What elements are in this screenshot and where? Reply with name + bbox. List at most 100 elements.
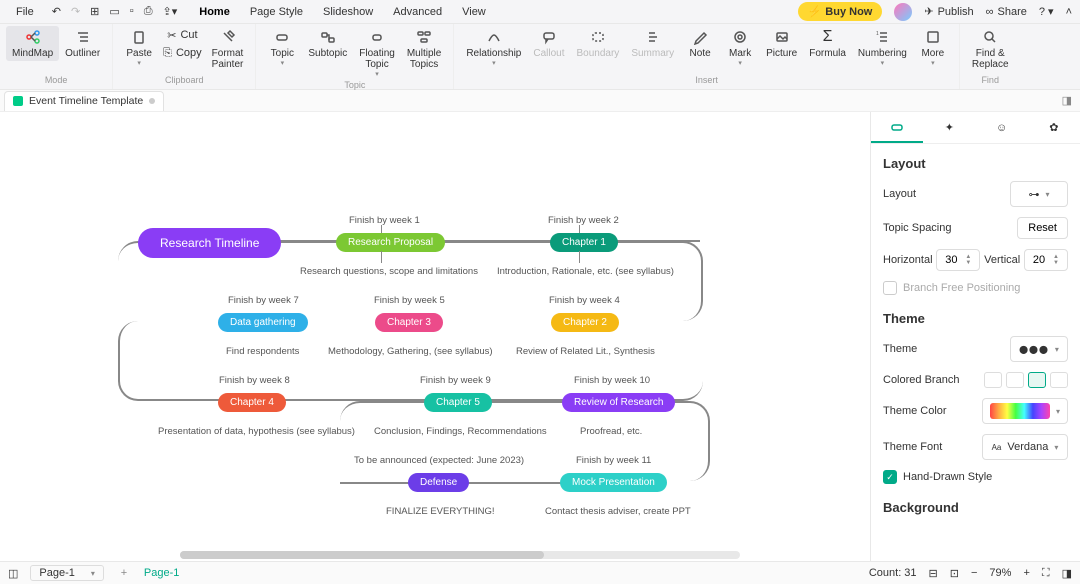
menu-slideshow[interactable]: Slideshow xyxy=(315,3,381,21)
svg-text:1: 1 xyxy=(876,31,879,37)
find-replace-button[interactable]: Find &Replace xyxy=(966,26,1015,72)
add-icon[interactable]: ⊞ xyxy=(90,5,99,18)
node-c1[interactable]: Research Proposal xyxy=(336,233,445,252)
node-c5[interactable]: Chapter 2 xyxy=(551,313,619,332)
fullscreen-icon[interactable]: ⛶ xyxy=(1042,567,1050,580)
hand-drawn-checkbox[interactable]: ✓ xyxy=(883,470,897,484)
copy-button[interactable]: ⎘Copy xyxy=(159,44,206,62)
sidebar-tab-emoji[interactable]: ☺ xyxy=(976,112,1028,143)
export-icon[interactable]: ⇪▾ xyxy=(163,5,178,18)
scrollbar-thumb[interactable] xyxy=(180,551,544,559)
menu-advanced[interactable]: Advanced xyxy=(385,3,450,21)
horizontal-input[interactable] xyxy=(937,254,965,266)
group-find-label: Find xyxy=(981,75,999,87)
help-icon[interactable]: ? ▾ xyxy=(1039,5,1054,18)
note-c6: Presentation of data, hypothesis (see sy… xyxy=(158,426,355,437)
zoom-out-button[interactable]: − xyxy=(971,567,977,579)
zoom-in-button[interactable]: + xyxy=(1023,567,1029,579)
paste-button[interactable]: Paste▾ xyxy=(119,26,159,69)
collapse-ribbon-icon[interactable]: ˄ xyxy=(1066,6,1072,18)
gear-icon: ✿ xyxy=(1049,121,1058,134)
canvas[interactable]: Research Timeline Finish by week 1 Resea… xyxy=(0,112,870,561)
horizontal-stepper[interactable]: ▲▼ xyxy=(936,249,980,271)
page-tab[interactable]: Page-1 xyxy=(144,567,179,579)
theme-font-select[interactable]: AaVerdana▾ xyxy=(982,434,1068,460)
floating-icon xyxy=(368,28,386,46)
page-select[interactable]: Page-1▾ xyxy=(30,565,104,581)
branch-opt-4[interactable] xyxy=(1050,372,1068,388)
cut-button[interactable]: ✂Cut xyxy=(159,26,206,44)
subtopic-button[interactable]: Subtopic xyxy=(302,26,353,61)
numbering-button[interactable]: 1Numbering▾ xyxy=(852,26,913,69)
print-icon[interactable]: ⎙ xyxy=(144,5,153,18)
panel-icon[interactable]: ◨ xyxy=(1062,567,1072,580)
node-root[interactable]: Research Timeline xyxy=(138,228,281,258)
node-c7[interactable]: Chapter 5 xyxy=(424,393,492,412)
boundary-button[interactable]: Boundary xyxy=(571,26,626,61)
fit-width-icon[interactable]: ⊟ xyxy=(929,567,938,580)
menu-file[interactable]: File xyxy=(8,3,42,21)
horizontal-scrollbar[interactable] xyxy=(180,551,740,559)
node-c9[interactable]: Defense xyxy=(408,473,469,492)
layout-select[interactable]: ⊶▾ xyxy=(1010,181,1068,207)
reset-button[interactable]: Reset xyxy=(1017,217,1068,239)
vertical-stepper[interactable]: ▲▼ xyxy=(1024,249,1068,271)
redo-icon[interactable]: ↷ xyxy=(71,5,80,18)
open-icon[interactable]: ▭ xyxy=(109,5,119,18)
node-c3[interactable]: Data gathering xyxy=(218,313,308,332)
add-page-button[interactable]: + xyxy=(116,565,132,581)
node-c8[interactable]: Review of Research xyxy=(562,393,675,412)
multiple-topics-button[interactable]: Multiple Topics xyxy=(401,26,447,72)
callout-button[interactable]: Callout xyxy=(527,26,570,61)
menu-page-style[interactable]: Page Style xyxy=(242,3,311,21)
multiple-icon xyxy=(415,28,433,46)
sidebar-tab-settings[interactable]: ✿ xyxy=(1028,112,1080,143)
relationship-button[interactable]: Relationship▾ xyxy=(460,26,527,69)
note-c2: Introduction, Rationale, etc. (see sylla… xyxy=(497,266,674,277)
mark-button[interactable]: Mark▾ xyxy=(720,26,760,69)
chevron-down-icon: ▾ xyxy=(1045,190,1049,199)
freepos-checkbox[interactable] xyxy=(883,281,897,295)
floating-topic-button[interactable]: Floating Topic▾ xyxy=(353,26,401,80)
avatar[interactable] xyxy=(894,3,912,21)
vertical-input[interactable] xyxy=(1025,254,1053,266)
node-c4[interactable]: Chapter 3 xyxy=(375,313,443,332)
branch-opt-3[interactable] xyxy=(1028,372,1046,388)
mindmap-mode-button[interactable]: MindMap xyxy=(6,26,59,61)
node-c6[interactable]: Chapter 4 xyxy=(218,393,286,412)
theme-color-select[interactable]: ▾ xyxy=(982,398,1068,424)
formula-button[interactable]: ΣFormula xyxy=(803,26,852,61)
sidebar-tab-layout[interactable] xyxy=(871,112,923,143)
menu-view[interactable]: View xyxy=(454,3,494,21)
outliner-mode-button[interactable]: Outliner xyxy=(59,26,106,61)
paste-label: Paste xyxy=(126,48,152,59)
copy-label: Copy xyxy=(176,47,202,59)
subtopic-label: Subtopic xyxy=(308,48,347,59)
menu-home[interactable]: Home xyxy=(191,3,238,21)
picture-button[interactable]: Picture xyxy=(760,26,803,61)
branch-opt-1[interactable] xyxy=(984,372,1002,388)
summary-button[interactable]: Summary xyxy=(625,26,680,61)
topic-label: Topic xyxy=(271,48,294,59)
save-icon[interactable]: ▫ xyxy=(130,5,134,18)
mindmap-icon xyxy=(24,28,42,46)
more-button[interactable]: More▾ xyxy=(913,26,953,69)
outline-icon[interactable]: ◫ xyxy=(8,567,18,580)
share-button[interactable]: ∞Share xyxy=(986,6,1027,18)
sidebar-tab-ai[interactable]: ✦ xyxy=(923,112,975,143)
buy-label: Buy Now xyxy=(825,6,872,18)
format-painter-button[interactable]: FormatPainter xyxy=(206,26,250,72)
node-c2[interactable]: Chapter 1 xyxy=(550,233,618,252)
branch-opt-2[interactable] xyxy=(1006,372,1024,388)
file-tab[interactable]: Event Timeline Template xyxy=(4,91,164,111)
subtopic-icon xyxy=(319,28,337,46)
topic-button[interactable]: Topic▾ xyxy=(262,26,302,69)
node-c10[interactable]: Mock Presentation xyxy=(560,473,667,492)
note-button[interactable]: Note xyxy=(680,26,720,61)
theme-select[interactable]: ⬤⬤⬤▾ xyxy=(1010,336,1068,362)
buy-now-button[interactable]: ⚡Buy Now xyxy=(798,2,883,21)
panel-toggle-icon[interactable]: ◨ xyxy=(1054,94,1080,107)
fit-page-icon[interactable]: ⊡ xyxy=(950,567,959,580)
undo-icon[interactable]: ↶ xyxy=(52,5,61,18)
publish-button[interactable]: ✈Publish xyxy=(924,5,973,18)
